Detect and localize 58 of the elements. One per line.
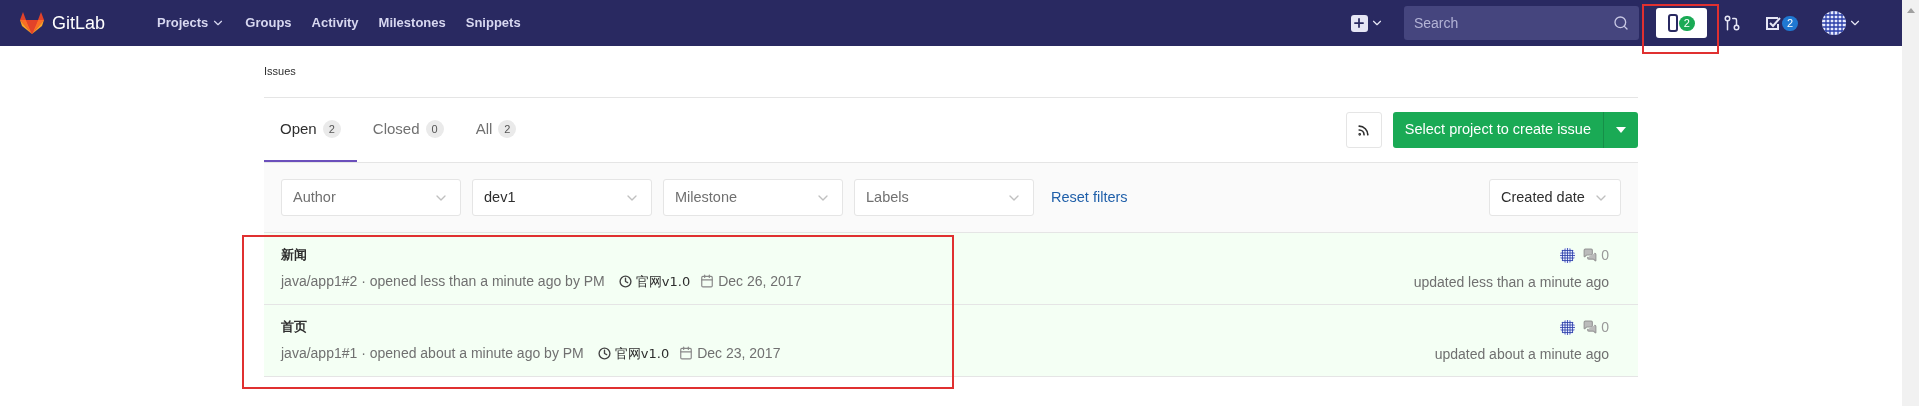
issue-meta: java/app1#2 · opened less than a minute ago by PM	[281, 271, 605, 291]
todos-button[interactable]: 2	[1764, 15, 1798, 31]
issues-count: 2	[1678, 15, 1695, 31]
dropdown-button[interactable]	[1604, 112, 1638, 148]
rss-icon	[1357, 123, 1371, 137]
todos-count: 2	[1781, 15, 1798, 31]
due-date: Dec 26, 2017	[718, 271, 802, 291]
brand-name[interactable]: GitLab	[52, 9, 106, 37]
nav-link[interactable]: Milestones	[378, 13, 446, 33]
nav-link[interactable]: Activity	[311, 13, 359, 33]
todo-check-icon	[1764, 15, 1781, 31]
comments-icon	[1583, 320, 1598, 334]
issue-row[interactable]: 首页 java/app1#1 · opened about a minute ago by PM 官网v1.0 Dec 23, 2017 0 updated about a minute ago	[264, 305, 1638, 377]
comment-count: 0	[1601, 317, 1609, 337]
clock-icon	[618, 274, 632, 288]
count-badge: 2	[498, 120, 517, 138]
filter-dropdown[interactable]: Milestone	[663, 179, 843, 216]
assignee-avatar-icon[interactable]	[1560, 319, 1576, 335]
clock-icon	[597, 346, 611, 360]
count-badge: 0	[425, 120, 444, 138]
scrollbar[interactable]	[1902, 0, 1919, 406]
new-menu-button[interactable]	[1350, 14, 1384, 32]
merge-request-icon[interactable]	[1722, 14, 1741, 32]
caret-icon	[1616, 127, 1626, 133]
filter-dropdown[interactable]: dev1	[472, 179, 652, 216]
search-icon	[1612, 15, 1629, 31]
count-badge: 2	[322, 120, 341, 138]
updated-time: updated less than a minute ago	[1413, 272, 1609, 292]
issue-tab[interactable]: Closed 0	[356, 98, 460, 162]
calendar-icon	[679, 346, 694, 361]
nav-link[interactable]: Snippets	[465, 13, 521, 33]
comments-icon	[1583, 248, 1598, 262]
sort-dropdown[interactable]: Created date	[1489, 179, 1621, 216]
breadcrumb[interactable]: Issues	[264, 63, 296, 80]
filter-dropdown[interactable]: Author	[281, 179, 461, 216]
fox-logo-icon[interactable]	[20, 12, 44, 34]
nav-link[interactable]: Projects	[157, 13, 226, 33]
due-date: Dec 23, 2017	[697, 343, 781, 363]
issue-title[interactable]: 新闻	[281, 245, 802, 265]
rss-button[interactable]	[1345, 112, 1382, 148]
search-field[interactable]: Search	[1403, 6, 1639, 40]
assignee-avatar-icon[interactable]	[1560, 247, 1576, 263]
milestone-link[interactable]: 官网v1.0	[614, 343, 670, 363]
user-menu-button[interactable]	[1822, 11, 1862, 35]
issue-tab[interactable]: All 2	[459, 98, 533, 162]
filter-dropdown[interactable]: Labels	[854, 179, 1034, 216]
comment-count: 0	[1601, 245, 1609, 265]
plus-icon	[1350, 14, 1368, 32]
calendar-icon	[700, 274, 715, 289]
issue-title[interactable]: 首页	[281, 317, 781, 337]
issue-row[interactable]: 新闻 java/app1#2 · opened less than a minute ago by PM 官网v1.0 Dec 26, 2017 0 updated less than a minute ago	[264, 233, 1638, 305]
reset-filters-link[interactable]: Reset filters	[1051, 186, 1128, 209]
milestone-link[interactable]: 官网v1.0	[635, 271, 691, 291]
updated-time: updated about a minute ago	[1434, 344, 1609, 364]
issues-icon	[1667, 14, 1678, 32]
issue-meta: java/app1#1 · opened about a minute ago by PM	[281, 343, 584, 363]
nav-link[interactable]: Groups	[245, 13, 292, 33]
avatar-icon[interactable]	[1822, 11, 1846, 35]
